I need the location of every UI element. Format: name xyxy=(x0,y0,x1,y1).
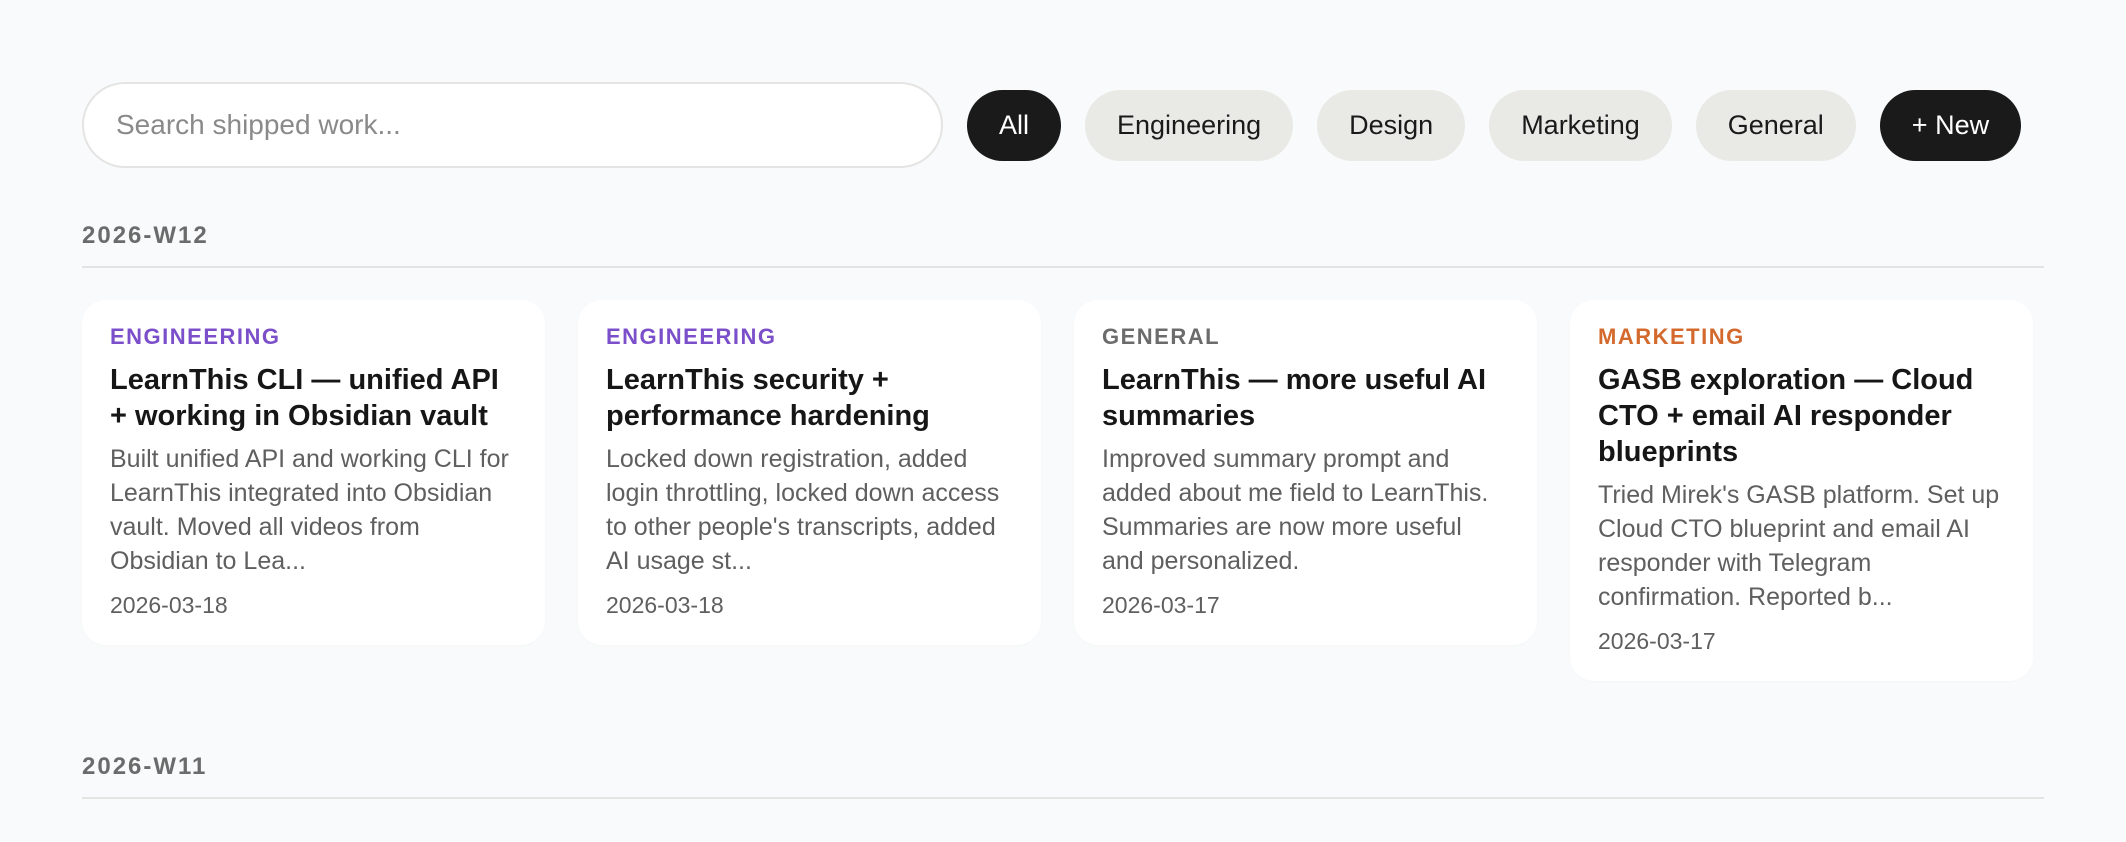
shipped-work-page: All Engineering Design Marketing General… xyxy=(0,0,2126,842)
filter-all-button[interactable]: All xyxy=(967,89,1062,161)
card-title: LearnThis — more useful AI summaries xyxy=(1102,364,1487,432)
filter-general-button[interactable]: General xyxy=(1695,89,1856,161)
new-button[interactable]: + New xyxy=(1879,89,2022,161)
card-date: 2026-03-17 xyxy=(1102,592,1220,618)
card-date: 2026-03-17 xyxy=(1598,628,1716,654)
card-title: GASB exploration — Cloud CTO + email AI … xyxy=(1598,364,1974,468)
shipped-card[interactable]: ENGINEERING LearnThis security + perform… xyxy=(578,300,1041,645)
card-title: LearnThis CLI — unified API + working in… xyxy=(110,364,499,432)
card-date: 2026-03-18 xyxy=(110,592,228,618)
card-category: ENGINEERING xyxy=(606,324,777,349)
filter-marketing-button[interactable]: Marketing xyxy=(1489,89,1672,161)
card-summary: Tried Mirek's GASB platform. Set up Clou… xyxy=(1598,481,2000,611)
shipped-card[interactable]: MARKETING GASB exploration — Cloud CTO +… xyxy=(1570,300,2033,681)
filter-design-button[interactable]: Design xyxy=(1317,89,1466,161)
card-date: 2026-03-18 xyxy=(606,592,724,618)
card-category: ENGINEERING xyxy=(110,324,281,349)
card-summary: Built unified API and working CLI for Le… xyxy=(110,445,509,575)
shipped-card[interactable]: ENGINEERING LearnThis CLI — unified API … xyxy=(82,300,545,645)
search-input[interactable] xyxy=(82,82,943,168)
week-section: 2026-W11 xyxy=(82,753,2044,799)
week-header: 2026-W11 xyxy=(82,753,2044,799)
card-category: MARKETING xyxy=(1598,324,1745,349)
card-summary: Improved summary prompt and added about … xyxy=(1102,445,1489,575)
card-category: GENERAL xyxy=(1102,324,1221,349)
toolbar: All Engineering Design Marketing General… xyxy=(82,82,2044,168)
card-title: LearnThis security + performance hardeni… xyxy=(606,364,930,432)
week-section: 2026-W12 ENGINEERING LearnThis CLI — uni… xyxy=(82,222,2044,681)
filter-engineering-button[interactable]: Engineering xyxy=(1085,89,1294,161)
card-summary: Locked down registration, added login th… xyxy=(606,445,1000,575)
week-header: 2026-W12 xyxy=(82,222,2044,268)
shipped-card[interactable]: GENERAL LearnThis — more useful AI summa… xyxy=(1074,300,1537,645)
card-grid: ENGINEERING LearnThis CLI — unified API … xyxy=(82,300,2044,681)
